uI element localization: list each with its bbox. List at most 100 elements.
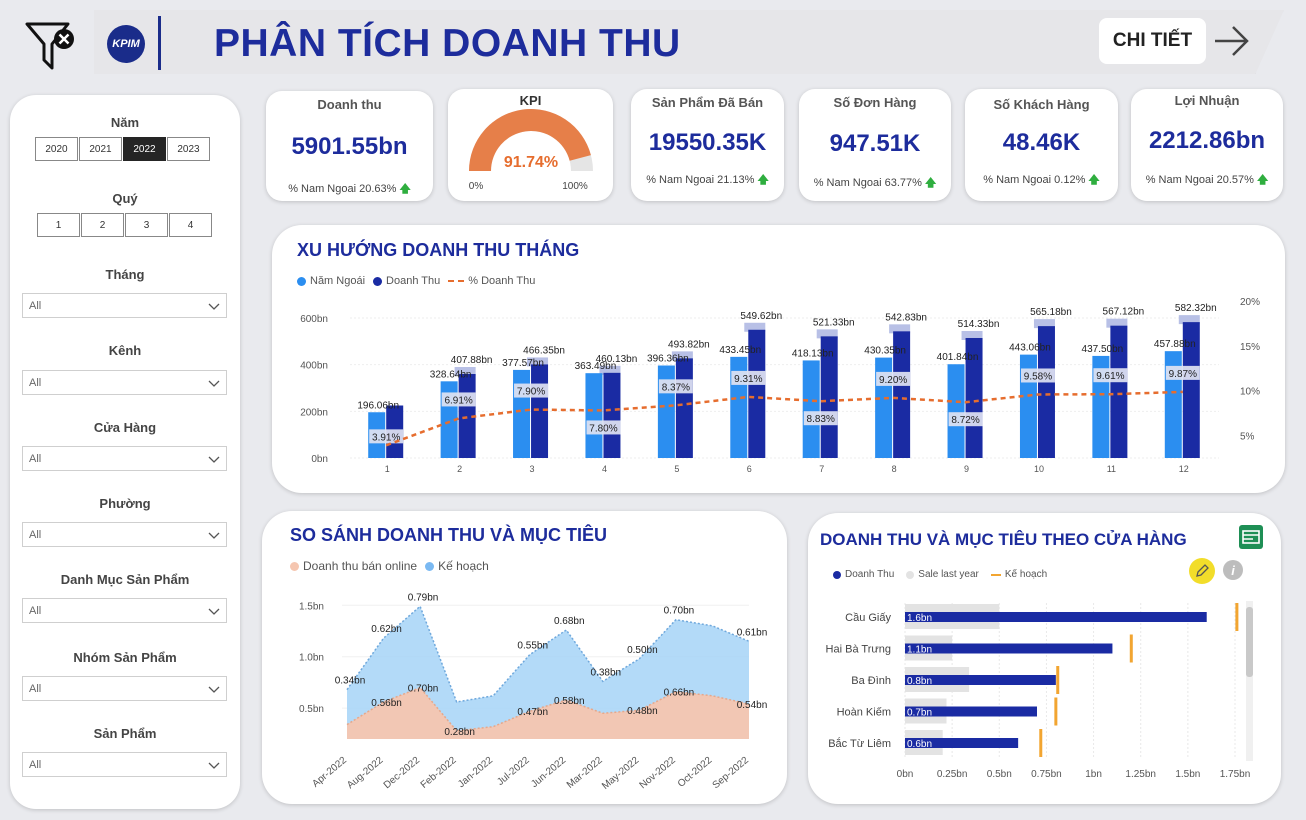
x-tick-label: Apr-2022 — [310, 755, 349, 790]
x-tick-label: 2 — [457, 464, 462, 474]
clear-filter-icon[interactable] — [24, 18, 80, 74]
bar-label-prev: 377.57bn — [502, 358, 544, 369]
bar-target-marker — [1054, 697, 1058, 726]
year-button-2020[interactable]: 2020 — [35, 137, 78, 161]
bar-revenue — [603, 372, 621, 458]
arrow-up-icon: 🡅 — [399, 183, 411, 195]
quarter-button-4[interactable]: 4 — [169, 213, 212, 237]
product-dropdown[interactable]: All — [22, 752, 227, 777]
store-target-chart: 0bn 0.25bn 0.5bn 0.75bn 1bn 1.25bn 1.5bn 1.75bn… — [826, 603, 1250, 780]
kpi-gauge: 91.74% 0% 100% — [469, 108, 593, 192]
online-label: 0.56bn — [371, 698, 402, 709]
pct-label: 9.31% — [734, 374, 762, 385]
gauge-min: 0% — [469, 181, 484, 192]
arrow-right-icon[interactable] — [1212, 22, 1252, 60]
month-dropdown[interactable]: All — [22, 293, 227, 318]
x-tick-label: 9 — [964, 464, 969, 474]
year-slicer: 2020 2021 2022 2023 — [35, 137, 211, 161]
bar-prev-year — [585, 373, 603, 458]
bar-prev-year — [802, 360, 820, 458]
y2-tick-label: 20% — [1240, 297, 1260, 308]
bar-target-marker — [1235, 603, 1239, 631]
kpi-change-text: % Nam Ngoai 63.77% — [813, 177, 922, 189]
store-dropdown-value: All — [29, 452, 42, 465]
product-group-dropdown-value: All — [29, 682, 42, 695]
quarter-button-1[interactable]: 1 — [37, 213, 80, 237]
kpi-change: % Nam Ngoai 0.12% 🡅 — [965, 171, 1118, 190]
y-tick-label: Hai Bà Trưng — [826, 644, 891, 656]
bar-label-top: 460.13bn — [596, 354, 638, 365]
x-tick-label: 7 — [819, 464, 824, 474]
y-tick-label: 0bn — [311, 454, 328, 465]
quarter-button-3[interactable]: 3 — [125, 213, 168, 237]
bar-value-label: 0.7bn — [907, 708, 932, 719]
bar-label-top: 466.35bn — [523, 345, 565, 356]
x-tick-label: Aug-2022 — [345, 755, 386, 792]
gauge-max: 100% — [562, 181, 588, 192]
pct-label: 7.90% — [517, 387, 545, 398]
x-tick-label: 3 — [530, 464, 535, 474]
kpi-change: % Nam Ngoai 20.63% 🡅 — [266, 180, 433, 199]
x-tick-label: Jul-2022 — [495, 755, 532, 788]
chevron-down-icon — [208, 608, 220, 615]
bar-label-prev: 401.84bn — [937, 352, 979, 363]
year-label: Năm — [110, 115, 140, 130]
plan-label: 0.79bn — [408, 592, 439, 603]
bar-label-top: 582.32bn — [1175, 303, 1217, 314]
online-label: 0.70bn — [408, 684, 439, 695]
x-tick-label: Oct-2022 — [676, 755, 715, 790]
x-tick-label: 4 — [602, 464, 607, 474]
y-tick-label: Hoàn Kiếm — [837, 707, 891, 719]
channel-dropdown[interactable]: All — [22, 370, 227, 395]
kpi-change: % Nam Ngoai 21.13% 🡅 — [631, 171, 784, 190]
pct-label: 9.20% — [879, 375, 907, 386]
online-label: 0.47bn — [517, 707, 548, 718]
chevron-down-icon — [208, 762, 220, 769]
ward-label: Phường — [99, 496, 151, 511]
pct-label: 9.87% — [1169, 369, 1197, 380]
kpi-card-revenue: Doanh thu 5901.55bn % Nam Ngoai 20.63% 🡅 — [266, 91, 433, 201]
detail-button[interactable]: CHI TIẾT — [1099, 18, 1206, 64]
x-tick-label: Feb-2022 — [419, 755, 459, 791]
x-tick-label: 0.5bn — [987, 769, 1012, 780]
product-group-dropdown[interactable]: All — [22, 676, 227, 701]
monthly-trend-card: XU HƯỚNG DOANH THU THÁNG Năm Ngoái Doanh… — [272, 225, 1285, 493]
bar-label-top: 567.12bn — [1103, 307, 1145, 318]
year-button-2021[interactable]: 2021 — [79, 137, 122, 161]
y-tick-label: 200bn — [300, 407, 328, 418]
bar-label-prev: 196.06bn — [357, 400, 399, 411]
year-button-2023[interactable]: 2023 — [167, 137, 210, 161]
y2-tick-label: 15% — [1240, 342, 1260, 353]
online-label: 0.48bn — [627, 706, 658, 717]
chevron-down-icon — [208, 456, 220, 463]
plan-label: 0.68bn — [554, 616, 585, 627]
product-dropdown-value: All — [29, 758, 42, 771]
kpi-value: 48.46K — [1002, 129, 1081, 156]
channel-dropdown-value: All — [29, 376, 42, 389]
year-button-2022[interactable]: 2022 — [123, 137, 166, 161]
logo-divider — [158, 16, 161, 70]
ward-dropdown[interactable]: All — [22, 522, 227, 547]
filter-sidebar: Năm 2020 2021 2022 2023 Quý 1 2 3 4 Thán… — [10, 95, 240, 809]
x-tick-label: Nov-2022 — [638, 755, 679, 792]
bar-label-top: 521.33bn — [813, 317, 855, 328]
x-tick-label: Mar-2022 — [565, 755, 605, 791]
product-category-dropdown-value: All — [29, 604, 42, 617]
plan-label: 0.55bn — [517, 641, 548, 652]
kpi-card-gauge: KPI 91.74% 0% 100% — [448, 89, 613, 201]
ward-dropdown-value: All — [29, 528, 42, 541]
arrow-up-icon: 🡅 — [1088, 174, 1100, 186]
bar-label-prev: 437.50bn — [1082, 344, 1124, 355]
quarter-slicer: 1 2 3 4 — [37, 213, 213, 237]
pct-line — [385, 390, 1183, 447]
bar-label-prev: 396.36bn — [647, 354, 689, 365]
y-tick-label: 1.5bn — [299, 601, 324, 612]
brand-logo: KPIM — [107, 25, 145, 63]
kpi-title: Lợi Nhuận — [1174, 93, 1240, 108]
plan-label: 0.34bn — [335, 676, 366, 687]
pct-label: 9.61% — [1096, 371, 1124, 382]
bar-label-prev: 433.45bn — [719, 345, 761, 356]
product-category-dropdown[interactable]: All — [22, 598, 227, 623]
quarter-button-2[interactable]: 2 — [81, 213, 124, 237]
store-dropdown[interactable]: All — [22, 446, 227, 471]
